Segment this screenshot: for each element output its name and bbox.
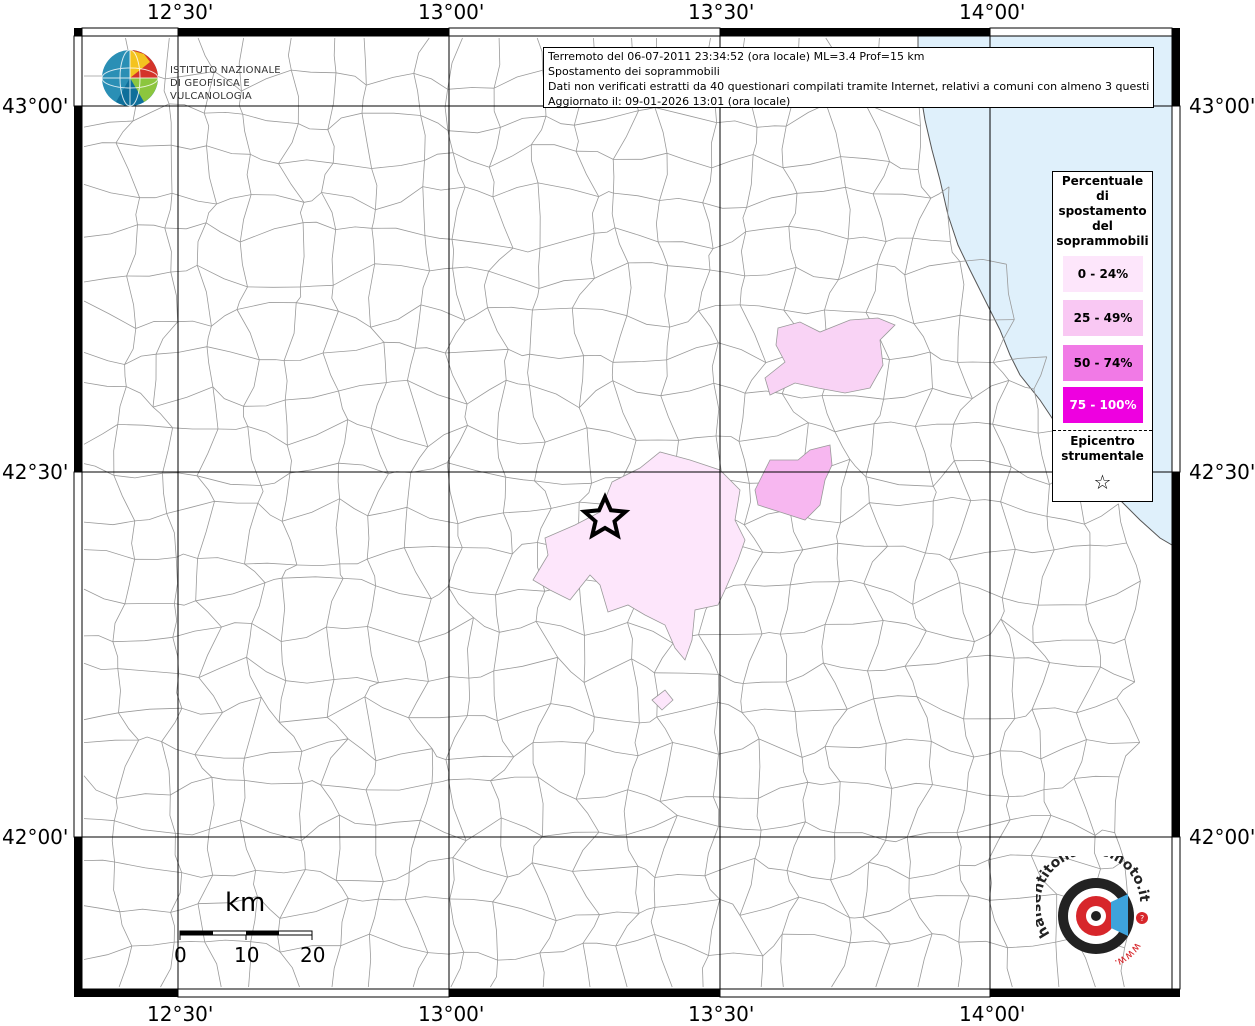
right-lat-label-2: 42°30' [1189, 460, 1255, 484]
info-source-line: Dati non verificati estratti da 40 quest… [548, 79, 1149, 94]
top-lon-label-4: 14°00' [959, 0, 1025, 24]
legend-epicenter-line: Epicentro [1053, 434, 1152, 449]
legend-epicenter-label: Epicentro strumentale [1053, 434, 1152, 464]
left-lat-label-3: 42°00' [2, 825, 68, 849]
ingv-logo-line1: ISTITUTO NAZIONALE [170, 64, 330, 77]
legend-title-line: Percentuale [1053, 174, 1152, 189]
haisentito-logo-icon: ? haisentitoilterremoto.it www. [1036, 856, 1156, 976]
scale-tick-0: 0 [174, 943, 187, 967]
info-updated-line: Aggiornato il: 09-01-2026 13:01 (ora loc… [548, 94, 1149, 109]
top-lon-label-2: 13°00' [418, 0, 484, 24]
scale-tick-20: 20 [300, 943, 325, 967]
bottom-lon-label-1: 12°30' [147, 1002, 213, 1026]
right-lat-label-1: 43°00' [1189, 94, 1255, 118]
legend-item-25-49: 25 - 49% [1063, 300, 1143, 336]
ingv-logo-text: ISTITUTO NAZIONALE DI GEOFISICA E VULCAN… [170, 64, 330, 103]
info-parameter-line: Spostamento dei soprammobili [548, 64, 1149, 79]
legend-item-50-74: 50 - 74% [1063, 345, 1143, 381]
legend-title-line: del [1053, 219, 1152, 234]
scale-unit-label: km [225, 888, 265, 918]
legend-item-75-100: 75 - 100% [1063, 387, 1143, 423]
ingv-globe-icon [100, 48, 162, 110]
bottom-lon-label-4: 14°00' [959, 1002, 1025, 1026]
ingv-logo: ISTITUTO NAZIONALE DI GEOFISICA E VULCAN… [100, 48, 330, 108]
legend-separator [1053, 430, 1152, 431]
scale-tick-10: 10 [234, 943, 259, 967]
top-lon-label-1: 12°30' [147, 0, 213, 24]
legend-title: Percentuale di spostamento del soprammob… [1053, 172, 1152, 249]
left-lat-label-2: 42°30' [2, 460, 68, 484]
legend-item-0-24: 0 - 24% [1063, 256, 1143, 292]
earthquake-info-box: Terremoto del 06-07-2011 23:34:52 (ora l… [543, 47, 1154, 108]
legend-title-line: spostamento [1053, 204, 1152, 219]
top-lon-label-3: 13°30' [688, 0, 754, 24]
haisentito-logo: ? haisentitoilterremoto.it www. [1036, 856, 1156, 976]
legend: Percentuale di spostamento del soprammob… [1052, 171, 1153, 502]
left-lat-label-1: 43°00' [2, 94, 68, 118]
legend-title-line: di [1053, 189, 1152, 204]
legend-epicenter-line: strumentale [1053, 449, 1152, 464]
municipal-border [612, 362, 613, 380]
right-lat-label-3: 42°00' [1189, 825, 1255, 849]
legend-title-line: soprammobili [1053, 234, 1152, 249]
info-event-line: Terremoto del 06-07-2011 23:34:52 (ora l… [548, 49, 1149, 64]
svg-text:?: ? [1140, 914, 1144, 923]
bottom-lon-label-2: 13°00' [418, 1002, 484, 1026]
legend-star-icon: ☆ [1053, 470, 1152, 494]
ingv-logo-line2: DI GEOFISICA E VULCANOLOGIA [170, 77, 330, 103]
municipal-border [958, 362, 994, 363]
bottom-lon-label-3: 13°30' [688, 1002, 754, 1026]
